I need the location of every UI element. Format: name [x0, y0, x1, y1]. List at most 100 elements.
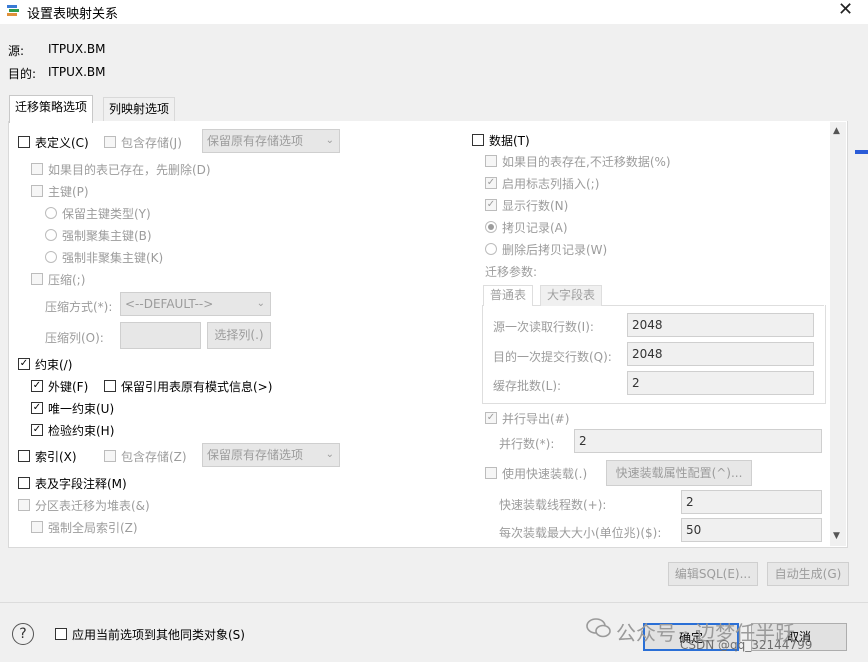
compress-method-value: <--DEFAULT-->	[125, 297, 214, 311]
window-title: 设置表映射关系	[27, 7, 119, 22]
drop-if-exists-checkbox[interactable]	[31, 163, 43, 175]
index-checkbox[interactable]	[18, 450, 30, 462]
include-storage-checkbox-2[interactable]	[104, 450, 116, 462]
target-value: ITPUX.BM	[48, 65, 106, 79]
fast-load-config-button[interactable]: 快速装载属性配置(^)...	[606, 460, 752, 486]
constraint-checkbox[interactable]: ✓	[18, 358, 30, 370]
target-label: 目的:	[8, 67, 37, 81]
scroll-down-icon[interactable]: ▼	[833, 531, 840, 541]
drop-if-exists-label: 如果目的表已存在，先删除(D)	[48, 163, 211, 177]
dst-commit-rows-field[interactable]: 2048	[627, 342, 814, 366]
primary-key-checkbox[interactable]	[31, 185, 43, 197]
identity-insert-checkbox[interactable]: ✓	[485, 177, 497, 189]
keep-ref-schema-label: 保留引用表原有模式信息(>)	[121, 380, 273, 394]
delete-then-copy-radio[interactable]	[485, 243, 497, 255]
cache-batch-label: 缓存批数(L):	[493, 379, 562, 393]
constraint-label: 约束(/)	[35, 358, 73, 372]
title-bar	[0, 0, 868, 24]
chevron-down-icon: ⌄	[256, 298, 265, 309]
migration-params-label: 迁移参数:	[485, 265, 538, 279]
app-icon	[7, 5, 19, 16]
wechat-icon	[586, 618, 611, 638]
subtab-normal-table[interactable]: 普通表	[483, 285, 534, 306]
pk-nonclustered-radio[interactable]	[45, 251, 57, 263]
dst-commit-rows-label: 目的一次提交行数(Q):	[493, 350, 612, 364]
storage-combo-1-value: 保留原有存储选项	[207, 134, 304, 148]
include-storage-label-2: 包含存储(Z)	[121, 450, 187, 464]
identity-insert-label: 启用标志列插入(;)	[502, 177, 600, 191]
pk-keep-type-radio[interactable]	[45, 207, 57, 219]
src-read-rows-label: 源一次读取行数(I):	[493, 320, 594, 334]
storage-combo-1[interactable]: 保留原有存储选项 ⌄	[202, 129, 340, 153]
compress-label: 压缩(;)	[48, 273, 86, 287]
copy-records-radio[interactable]	[485, 221, 497, 233]
index-label: 索引(X)	[35, 450, 77, 464]
check-constraint-checkbox[interactable]: ✓	[31, 424, 43, 436]
keep-ref-schema-checkbox[interactable]	[104, 380, 116, 392]
comment-label: 表及字段注释(M)	[35, 477, 127, 491]
select-column-button[interactable]: 选择列(.)	[207, 322, 271, 349]
partition-heap-label: 分区表迁移为堆表(&)	[35, 499, 150, 513]
partition-heap-checkbox[interactable]	[18, 499, 30, 511]
show-rows-checkbox[interactable]: ✓	[485, 199, 497, 211]
footer-separator	[0, 602, 868, 603]
compress-method-label: 压缩方式(*):	[45, 300, 113, 314]
comment-checkbox[interactable]	[18, 477, 30, 489]
fast-load-threads-field[interactable]: 2	[681, 490, 822, 514]
parallel-export-checkbox[interactable]: ✓	[485, 412, 497, 424]
compress-method-combo[interactable]: <--DEFAULT--> ⌄	[120, 292, 271, 316]
max-load-size-label: 每次装载最大大小(单位兆)($):	[499, 526, 662, 540]
fast-load-label: 使用快速装载(.)	[502, 467, 588, 481]
compress-checkbox[interactable]	[31, 273, 43, 285]
tab-column-mapping[interactable]: 列映射选项	[103, 97, 176, 121]
auto-generate-button[interactable]: 自动生成(G)	[767, 562, 849, 586]
edge-strip	[855, 150, 868, 154]
unique-label: 唯一约束(U)	[48, 402, 115, 416]
pk-clustered-label: 强制聚集主键(B)	[62, 229, 152, 243]
chevron-down-icon: ⌄	[325, 449, 334, 460]
data-checkbox[interactable]	[472, 134, 484, 146]
apply-to-similar-label: 应用当前选项到其他同类对象(S)	[72, 628, 245, 642]
storage-combo-2[interactable]: 保留原有存储选项 ⌄	[202, 443, 340, 467]
show-rows-label: 显示行数(N)	[502, 199, 569, 213]
check-constraint-label: 检验约束(H)	[48, 424, 115, 438]
src-read-rows-field[interactable]: 2048	[627, 313, 814, 337]
source-value: ITPUX.BM	[48, 42, 106, 56]
table-def-checkbox[interactable]	[18, 136, 30, 148]
pk-nonclustered-label: 强制非聚集主键(K)	[62, 251, 164, 265]
edit-sql-button[interactable]: 编辑SQL(E)...	[668, 562, 758, 586]
delete-then-copy-label: 删除后拷贝记录(W)	[502, 243, 608, 257]
parallel-count-label: 并行数(*):	[499, 437, 555, 451]
copy-records-label: 拷贝记录(A)	[502, 221, 568, 235]
subtab-strip	[482, 285, 824, 306]
parallel-export-label: 并行导出(#)	[502, 412, 570, 426]
help-icon[interactable]: ?	[12, 623, 34, 645]
foreign-key-checkbox[interactable]: ✓	[31, 380, 43, 392]
global-index-checkbox[interactable]	[31, 521, 43, 533]
data-label: 数据(T)	[489, 134, 530, 148]
max-load-size-field[interactable]: 50	[681, 518, 822, 542]
apply-to-similar-checkbox[interactable]	[55, 628, 67, 640]
unique-checkbox[interactable]: ✓	[31, 402, 43, 414]
chevron-down-icon: ⌄	[325, 135, 334, 146]
fast-load-threads-label: 快速装载线程数(+):	[499, 498, 607, 512]
vertical-scrollbar[interactable]	[830, 122, 846, 546]
compress-column-label: 压缩列(O):	[45, 331, 104, 345]
source-label: 源:	[8, 44, 25, 58]
skip-if-exists-checkbox[interactable]	[485, 155, 497, 167]
cache-batch-field[interactable]: 2	[627, 371, 814, 395]
include-storage-checkbox-1[interactable]	[104, 136, 116, 148]
global-index-label: 强制全局索引(Z)	[48, 521, 138, 535]
foreign-key-label: 外键(F)	[48, 380, 89, 394]
fast-load-checkbox[interactable]	[485, 467, 497, 479]
subtab-lob-table[interactable]: 大字段表	[540, 285, 603, 306]
pk-clustered-radio[interactable]	[45, 229, 57, 241]
parallel-count-field[interactable]: 2	[574, 429, 822, 453]
close-icon[interactable]: ✕	[838, 0, 853, 20]
include-storage-label-1: 包含存储(J)	[121, 136, 182, 150]
pk-keep-type-label: 保留主键类型(Y)	[62, 207, 151, 221]
compress-column-field[interactable]	[120, 322, 201, 349]
storage-combo-2-value: 保留原有存储选项	[207, 448, 304, 462]
scroll-up-icon[interactable]: ▲	[833, 126, 840, 136]
tab-migration-strategy[interactable]: 迁移策略选项	[9, 95, 94, 123]
